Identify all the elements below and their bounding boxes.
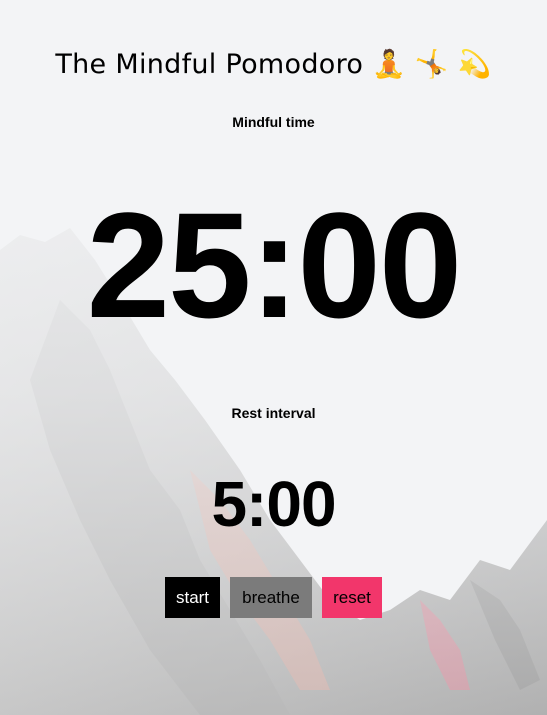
timer-controls: start breathe reset (0, 577, 547, 618)
mindful-timer-display: 25:00 (86, 181, 463, 349)
rest-timer-display: 5:00 (211, 468, 336, 540)
app-container: The Mindful Pomodoro 🧘 🤸 💫 Mindful time … (0, 0, 547, 715)
reset-button[interactable]: reset (322, 577, 382, 618)
rest-interval-label: Rest interval (231, 405, 316, 421)
mindful-time-label: Mindful time (232, 114, 315, 130)
start-button[interactable]: start (165, 577, 220, 618)
breathe-button[interactable]: breathe (230, 577, 312, 618)
page-title: The Mindful Pomodoro 🧘 🤸 💫 (55, 49, 492, 80)
